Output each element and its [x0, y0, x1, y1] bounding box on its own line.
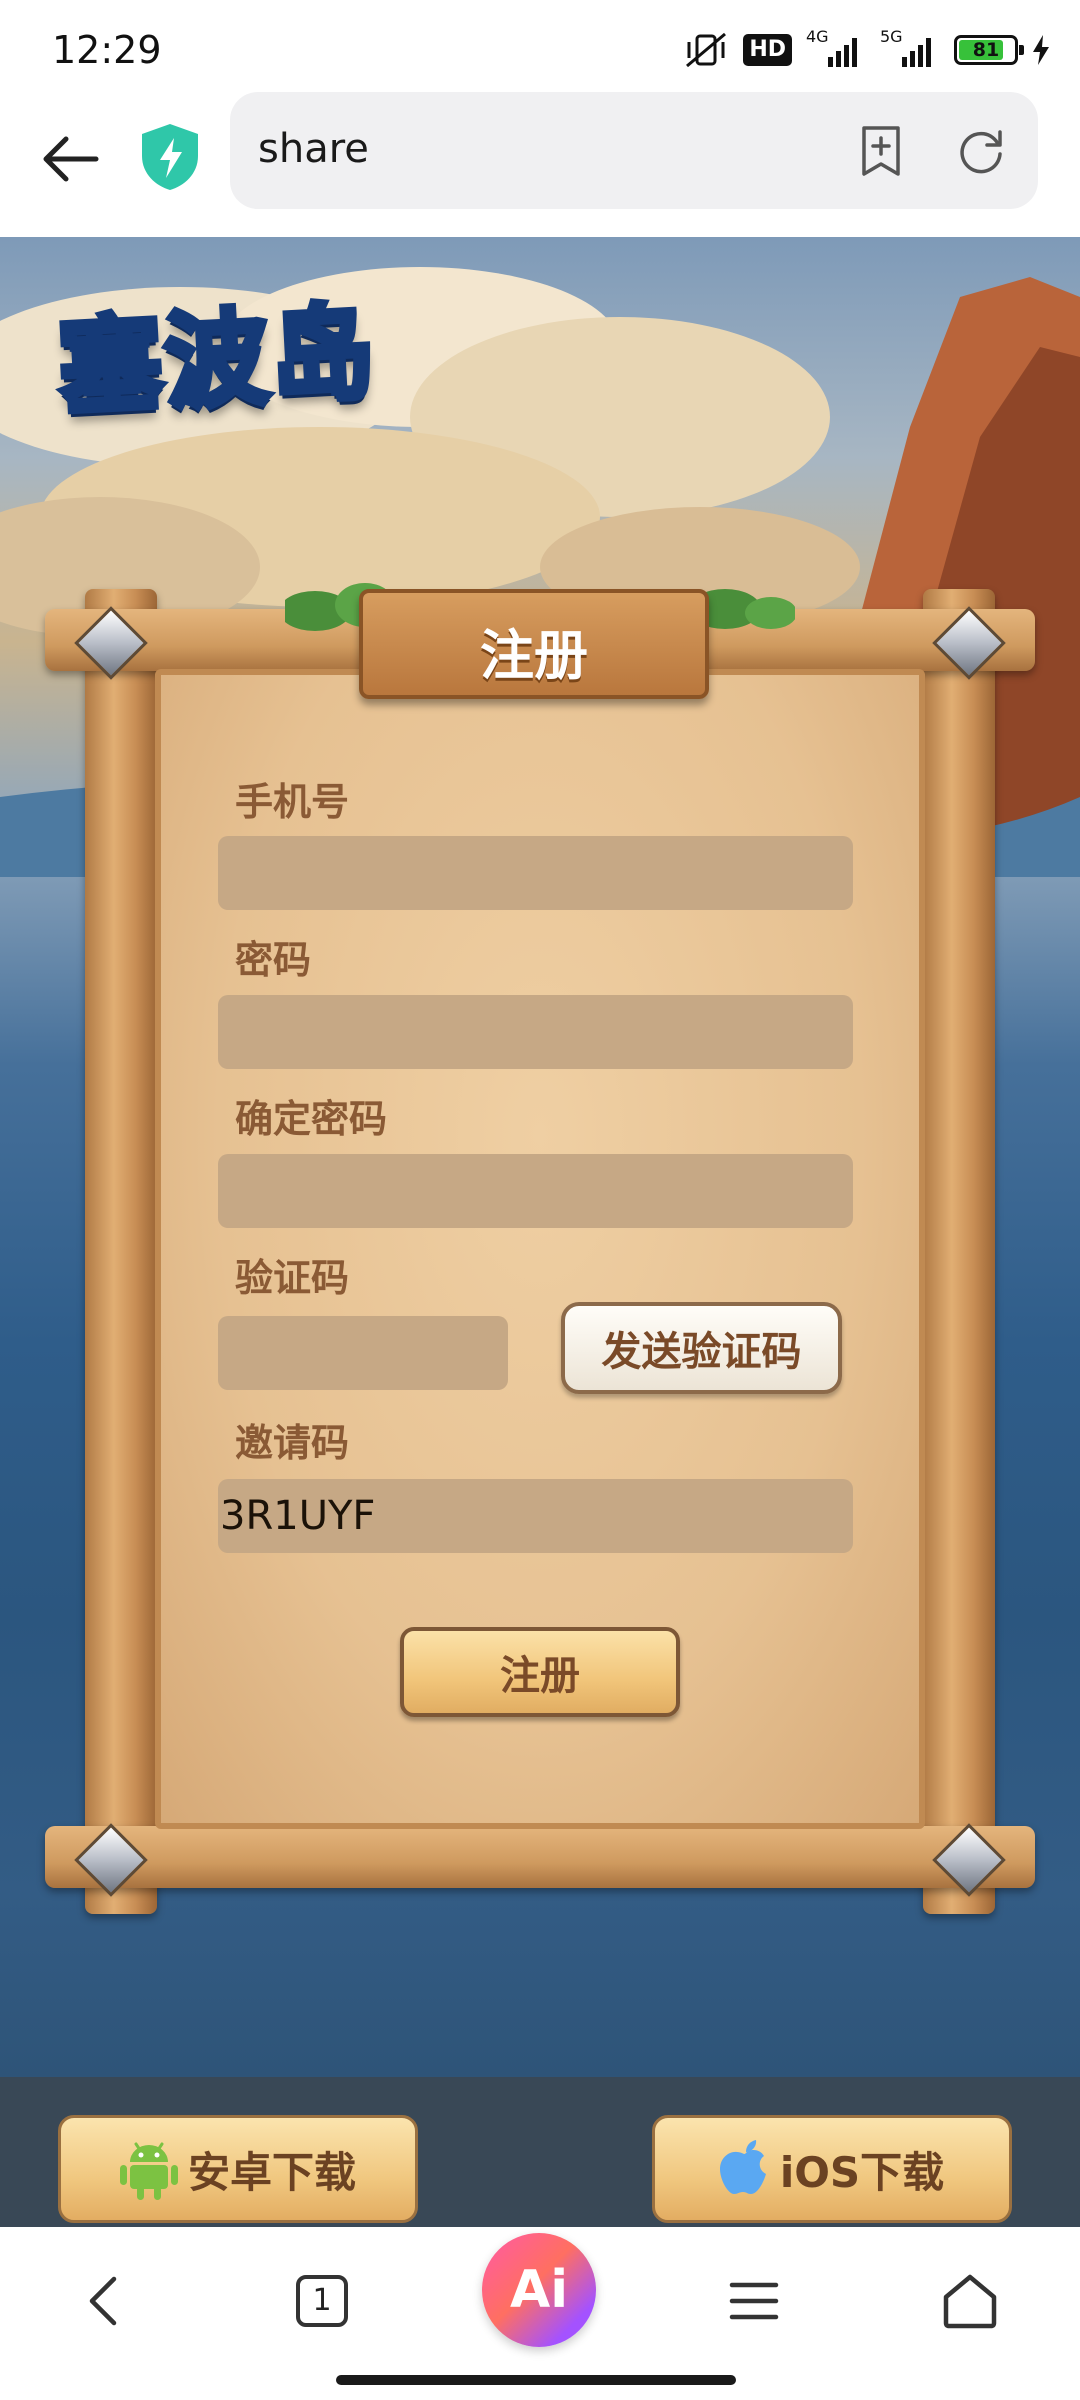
android-download-label: 安卓下载 [187, 2147, 356, 2197]
frame-beam-bottom [45, 1826, 1035, 1888]
send-code-button[interactable]: 发送验证码 [561, 1302, 842, 1394]
title-plank: 注册 [359, 589, 709, 699]
add-bookmark-icon[interactable] [854, 124, 908, 178]
invite-code-input[interactable] [218, 1479, 853, 1553]
password-input[interactable] [218, 995, 853, 1069]
back-arrow-icon[interactable] [38, 127, 102, 191]
browser-toolbar: share [0, 92, 1080, 237]
form-title: 注册 [480, 624, 588, 687]
network-5g-label: 5G [880, 27, 903, 46]
android-download-button[interactable]: 安卓下载 [58, 2115, 418, 2223]
password-label: 密码 [235, 938, 312, 982]
status-icons: HD 4G 5G 81 [683, 27, 1050, 70]
menu-icon[interactable] [722, 2269, 786, 2333]
hd-badge: HD [743, 34, 792, 66]
android-robot-icon [119, 2142, 178, 2200]
frame-post-left [85, 589, 157, 1914]
battery-indicator: 81 [954, 35, 1024, 65]
charging-bolt-icon [1033, 35, 1049, 65]
reload-icon[interactable] [954, 124, 1008, 178]
ios-download-button[interactable]: iOS下载 [652, 2115, 1012, 2223]
battery-percent: 81 [972, 39, 1000, 61]
ios-download-label: iOS下载 [779, 2147, 945, 2197]
signal-5g: 5G [880, 27, 940, 67]
url-text[interactable]: share [258, 126, 369, 172]
game-logo: 塞波岛 [53, 288, 383, 432]
ai-assistant-button[interactable]: Ai [482, 2233, 596, 2347]
frame-post-right [923, 589, 995, 1914]
signal-4g: 4G [806, 27, 866, 67]
confirm-password-input[interactable] [218, 1154, 853, 1228]
nav-back-icon[interactable] [74, 2269, 138, 2333]
security-shield-icon[interactable] [138, 122, 202, 192]
phone-input[interactable] [218, 836, 853, 910]
status-bar: 12:29 HD 4G 5G 81 [0, 0, 1080, 92]
tab-count: 1 [312, 2283, 332, 2318]
ai-label: Ai [509, 2260, 569, 2320]
network-4g-label: 4G [806, 27, 829, 46]
address-bar[interactable]: share [230, 92, 1038, 209]
browser-bottom-nav: 1 Ai [0, 2227, 1080, 2400]
apple-icon [719, 2140, 766, 2194]
status-time: 12:29 [52, 28, 162, 72]
download-bar: 安卓下载 iOS下载 [0, 2077, 1080, 2227]
game-register-page: 塞波岛 注册 手机号 密码 确定密码 验证码 发送验证码 邀请码 注册 [0, 237, 1080, 2077]
verification-code-input[interactable] [218, 1316, 508, 1390]
phone-label: 手机号 [235, 780, 350, 824]
home-icon[interactable] [938, 2269, 1002, 2333]
tabs-button[interactable]: 1 [290, 2269, 354, 2333]
confirm-password-label: 确定密码 [235, 1097, 388, 1141]
register-button[interactable]: 注册 [400, 1627, 680, 1717]
verification-code-label: 验证码 [235, 1256, 350, 1300]
home-indicator[interactable] [336, 2375, 736, 2385]
mute-vibrate-icon [686, 32, 727, 68]
invite-code-label: 邀请码 [235, 1421, 350, 1465]
